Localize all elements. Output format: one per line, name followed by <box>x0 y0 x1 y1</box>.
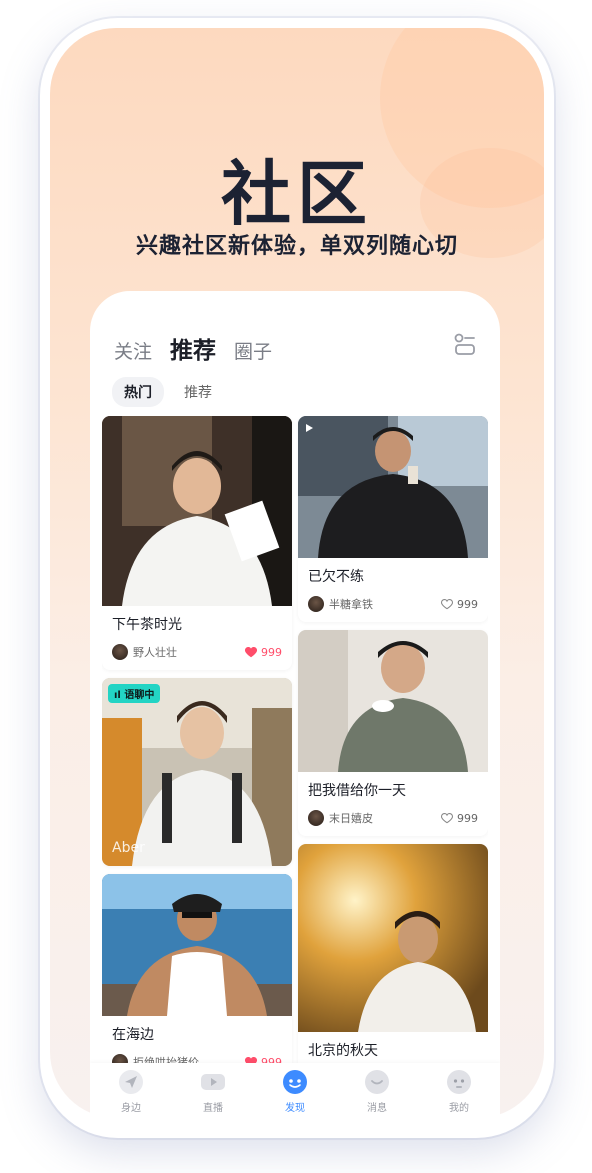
hero-subtitle: 兴趣社区新体验，单双列随心切 <box>135 234 458 259</box>
avatar[interactable] <box>112 644 128 660</box>
like-count: 999 <box>261 645 282 659</box>
video-camera-icon <box>201 1074 225 1090</box>
post-image <box>102 416 292 606</box>
avatar[interactable] <box>308 810 324 826</box>
nav-nearby[interactable]: 身边 <box>96 1069 166 1114</box>
post-title: 把我借给你一天 <box>308 783 406 799</box>
subtab-hot[interactable]: 热门 <box>112 377 164 407</box>
post-image <box>298 416 488 558</box>
subtab-recommend[interactable]: 推荐 <box>172 377 224 407</box>
app-screen: 关注 推荐 圈子 热门 推荐 下午茶时光 野人壮壮 999 ıl 语聊中 Abe… <box>90 291 500 1121</box>
sound-wave-icon: ıl <box>114 690 121 701</box>
watermark: Aber <box>112 840 145 856</box>
nav-messages[interactable]: 消息 <box>342 1069 412 1114</box>
author-name[interactable]: 野人壮壮 <box>133 644 177 660</box>
nav-discover[interactable]: 发现 <box>260 1069 330 1114</box>
hero-title: 社区 <box>221 153 373 235</box>
post-card[interactable]: 在海边 拒绝哄抬猪价 999 <box>102 874 292 1076</box>
voice-chat-badge: ıl 语聊中 <box>108 684 161 703</box>
nav-profile[interactable]: 我的 <box>424 1069 494 1114</box>
tab-circle[interactable]: 圈子 <box>234 337 272 364</box>
location-arrow-icon <box>119 1070 143 1094</box>
post-image <box>102 874 292 1016</box>
avatar[interactable] <box>308 596 324 612</box>
post-image: ıl 语聊中 Aber <box>102 678 292 866</box>
heart-filled-icon <box>244 646 258 658</box>
user-face-icon <box>447 1070 471 1094</box>
live-post-card[interactable]: ıl 语聊中 Aber <box>102 678 292 866</box>
sub-tabs: 热门 推荐 <box>112 377 224 407</box>
nav-live[interactable]: 直播 <box>178 1069 248 1114</box>
post-card[interactable]: 下午茶时光 野人壮壮 999 <box>102 416 292 670</box>
post-image <box>298 844 488 1032</box>
post-title: 已欠不练 <box>308 569 364 585</box>
like-count: 999 <box>457 811 478 825</box>
tab-recommend[interactable]: 推荐 <box>170 331 216 365</box>
chat-bubble-icon <box>365 1070 389 1094</box>
post-title: 在海边 <box>112 1027 154 1043</box>
author-name[interactable]: 半糖拿铁 <box>329 596 373 612</box>
like-button[interactable]: 999 <box>440 597 478 611</box>
tab-follow[interactable]: 关注 <box>114 337 152 364</box>
heart-outline-icon <box>441 599 453 610</box>
feed-column-right: 已欠不练 半糖拿铁 999 把我借给你一天 末日嬉皮 999 北京的秋天 <box>298 416 488 1076</box>
post-feed: 下午茶时光 野人壮壮 999 ıl 语聊中 Aber 在海边 999 已欠不练 … <box>102 416 488 1076</box>
post-image <box>298 630 488 772</box>
heart-outline-icon <box>441 813 453 824</box>
discover-face-icon <box>283 1070 307 1094</box>
video-icon <box>306 424 313 432</box>
bottom-nav: 身边 直播 发现 消息 我的 <box>90 1063 500 1121</box>
layout-toggle-icon[interactable] <box>454 333 476 357</box>
post-title: 北京的秋天 <box>308 1043 378 1059</box>
author-name[interactable]: 末日嬉皮 <box>329 810 373 826</box>
feed-column-left: 下午茶时光 野人壮壮 999 ıl 语聊中 Aber 在海边 999 <box>102 416 292 1076</box>
post-card[interactable]: 已欠不练 半糖拿铁 999 <box>298 416 488 622</box>
post-title: 下午茶时光 <box>112 617 182 633</box>
like-button[interactable]: 999 <box>244 645 282 659</box>
like-button[interactable]: 999 <box>440 811 478 825</box>
post-card[interactable]: 把我借给你一天 末日嬉皮 999 <box>298 630 488 836</box>
like-count: 999 <box>457 597 478 611</box>
post-card[interactable]: 北京的秋天 <box>298 844 488 1076</box>
top-tabs: 关注 推荐 圈子 <box>114 331 272 365</box>
